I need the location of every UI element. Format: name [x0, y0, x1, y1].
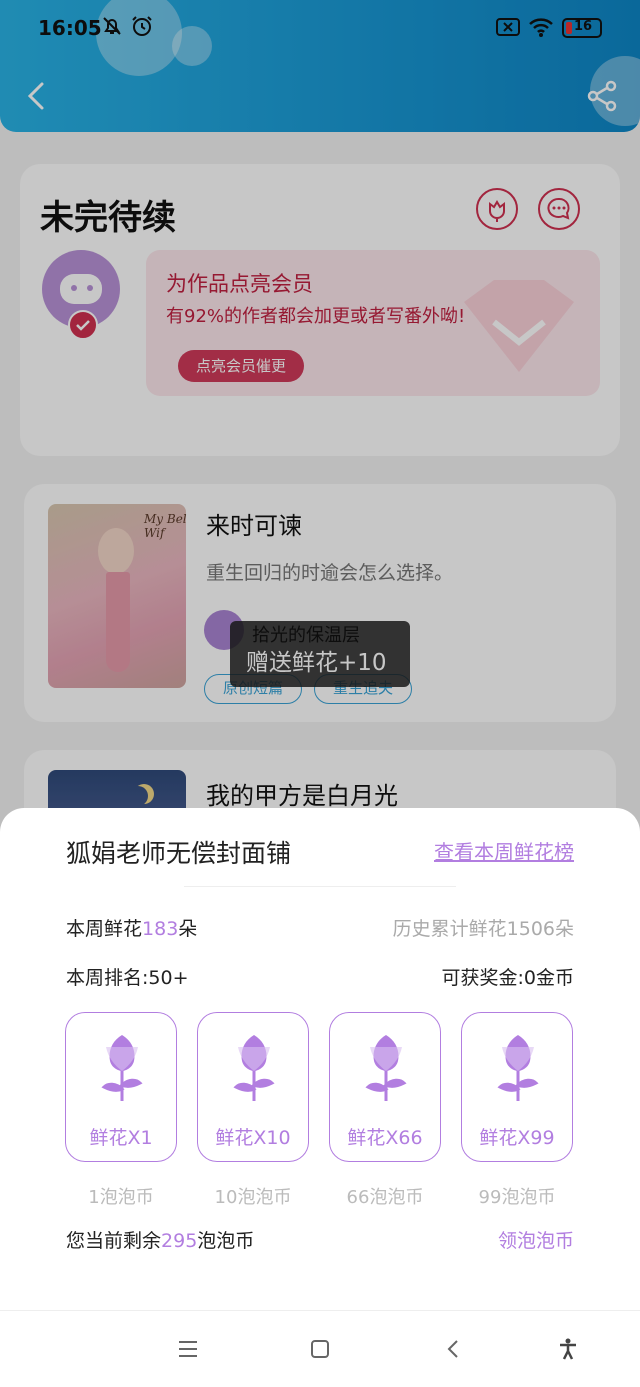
back-icon[interactable] — [442, 1337, 466, 1361]
flower-option-1[interactable]: 鲜花X1 — [65, 1012, 177, 1162]
flower-stats-row: 本周鲜花183朵 历史累计鲜花1506朵 — [66, 914, 574, 941]
flower-option-label: 鲜花X1 — [89, 1127, 153, 1149]
flower-icon — [101, 1035, 143, 1101]
flower-option-label: 鲜花X66 — [347, 1127, 423, 1149]
flower-gift-sheet: 狐娟老师无偿封面铺 查看本周鲜花榜 本周鲜花183朵 历史累计鲜花1506朵 本… — [0, 808, 640, 1310]
divider — [184, 886, 456, 887]
balance-label: 您当前剩余 — [66, 1230, 162, 1252]
flower-option-label: 鲜花X10 — [215, 1127, 291, 1149]
flower-price: 10泡泡币 — [214, 1187, 292, 1208]
flower-price: 99泡泡币 — [478, 1187, 556, 1208]
balance-value: 295 — [161, 1230, 198, 1252]
flower-option-10[interactable]: 鲜花X10 — [197, 1012, 309, 1162]
rank-row: 本周排名:50+ 可获奖金:0金币 — [66, 963, 574, 990]
accessibility-icon[interactable] — [556, 1337, 580, 1361]
flower-icon — [365, 1035, 407, 1101]
prize: 可获奖金:0金币 — [441, 967, 575, 989]
week-flowers-value: 183 — [142, 918, 179, 940]
system-nav-bar — [0, 1310, 640, 1387]
flower-icon — [233, 1035, 275, 1101]
history-flowers: 历史累计鲜花1506朵 — [392, 918, 574, 940]
week-flowers-unit: 朵 — [178, 918, 198, 940]
balance-unit: 泡泡币 — [197, 1230, 255, 1252]
flower-icon — [497, 1035, 539, 1101]
flower-price: 1泡泡币 — [88, 1187, 154, 1208]
flower-option-label: 鲜花X99 — [479, 1127, 555, 1149]
week-flowers-label: 本周鲜花 — [66, 918, 143, 940]
flower-option-99[interactable]: 鲜花X99 — [461, 1012, 573, 1162]
week-rank: 本周排名:50+ — [66, 967, 189, 989]
sheet-title: 狐娟老师无偿封面铺 — [66, 839, 292, 868]
coin-balance: 您当前剩余295泡泡币 — [66, 1226, 254, 1253]
menu-icon[interactable] — [176, 1337, 200, 1361]
flower-price: 66泡泡币 — [346, 1187, 424, 1208]
home-square-icon[interactable] — [308, 1337, 332, 1361]
weekly-rank-link[interactable]: 查看本周鲜花榜 — [434, 836, 574, 865]
flower-option-66[interactable]: 鲜花X66 — [329, 1012, 441, 1162]
get-coins-link[interactable]: 领泡泡币 — [498, 1226, 574, 1253]
